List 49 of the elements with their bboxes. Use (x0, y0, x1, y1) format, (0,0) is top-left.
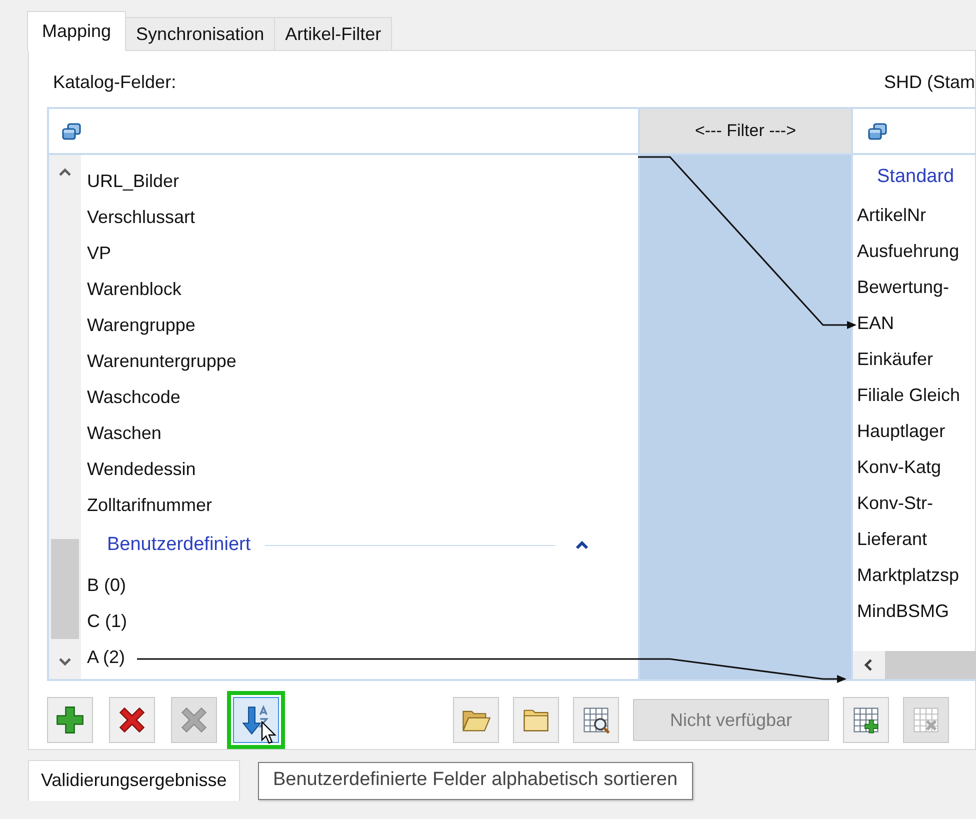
column-header[interactable]: <--- Filter ---> (638, 109, 851, 155)
toolbar-button[interactable] (109, 697, 155, 743)
collapse-icon[interactable] (574, 540, 589, 550)
scrollbar-thumb[interactable] (885, 651, 976, 679)
field-item[interactable]: Warenblock (87, 278, 182, 300)
field-item[interactable]: A (2) (87, 646, 126, 668)
field-item[interactable]: EAN (857, 312, 894, 334)
tooltip: Benutzerdefinierte Felder alphabetisch sortieren (258, 762, 693, 800)
field-item[interactable]: Waschcode (87, 386, 180, 408)
section-label: SHD (Stam (884, 72, 975, 92)
plus-icon (54, 704, 86, 736)
field-item[interactable]: Verschlussart (87, 206, 196, 228)
field-item[interactable]: Bewertung- (857, 276, 950, 298)
field-item[interactable]: Warengruppe (87, 314, 196, 336)
scrollbar[interactable] (853, 651, 976, 679)
field-item[interactable]: Wendedessin (87, 458, 196, 480)
field-item[interactable]: Filiale Gleich (857, 384, 960, 406)
scroll-up-icon[interactable] (58, 167, 72, 177)
field-item[interactable]: Konv-Katg (857, 456, 942, 478)
scrollbar-thumb[interactable] (51, 539, 79, 639)
field-item[interactable]: Warenuntergruppe (87, 350, 236, 372)
field-item[interactable]: Ausfuehrung (857, 240, 960, 262)
tab[interactable]: Synchronisation (125, 17, 276, 50)
tab[interactable]: Artikel-Filter (274, 17, 392, 50)
field-item[interactable]: VP (87, 242, 112, 264)
field-item[interactable]: Einkäufer (857, 348, 934, 370)
windows-icon (61, 122, 82, 140)
field-item[interactable]: Zolltarifnummer (87, 494, 212, 516)
group-header[interactable]: Standard (877, 166, 954, 188)
tab[interactable]: Mapping (27, 11, 126, 51)
field-item[interactable]: Lieferant (857, 528, 928, 550)
group-header[interactable]: Benutzerdefiniert (107, 534, 251, 556)
scrollbar[interactable] (49, 155, 81, 679)
field-item[interactable]: ArtikelNr (857, 204, 926, 226)
tab[interactable]: Validierungsergebnisse (28, 760, 240, 801)
field-item[interactable]: B (0) (87, 574, 126, 596)
field-item[interactable]: URL_Bilder (87, 170, 180, 192)
scroll-left-icon[interactable] (863, 658, 873, 672)
field-item[interactable]: C (1) (87, 610, 127, 632)
section-label: Katalog-Felder: (53, 72, 176, 92)
field-item[interactable]: Konv-Str- (857, 492, 934, 514)
field-item[interactable]: MindBSMG (857, 600, 950, 622)
field-item[interactable]: Marktplatzsp (857, 564, 960, 586)
windows-icon (867, 122, 888, 140)
field-item[interactable]: Hauptlager (857, 420, 946, 442)
toolbar-button[interactable] (573, 697, 619, 743)
cursor-icon (261, 721, 277, 745)
scroll-down-icon[interactable] (58, 657, 72, 667)
field-item[interactable]: Waschen (87, 422, 162, 444)
